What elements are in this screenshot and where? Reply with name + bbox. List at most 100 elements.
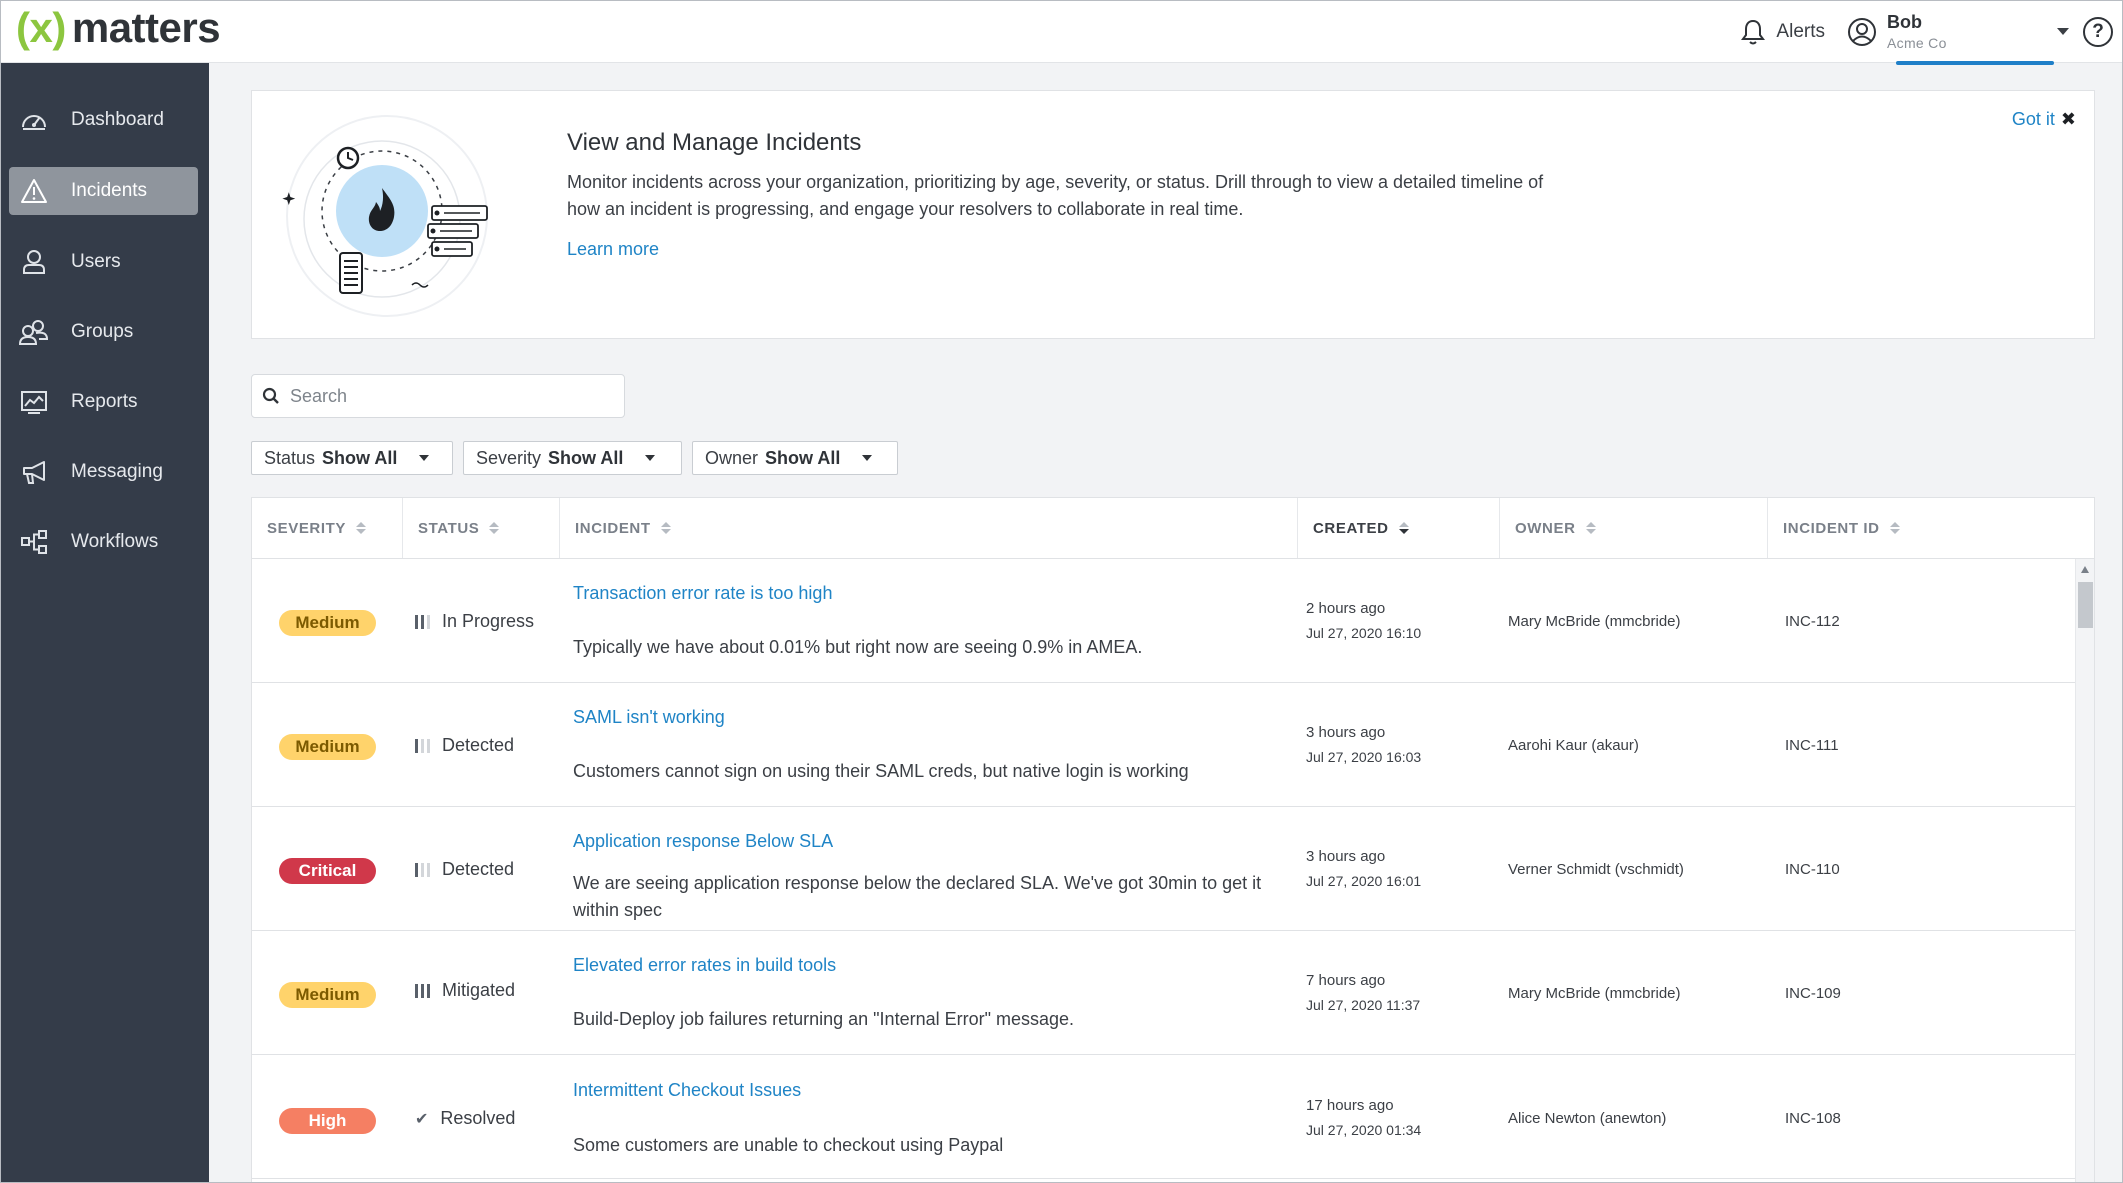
created-timestamp: Jul 27, 2020 11:37 bbox=[1306, 997, 1421, 1013]
dismiss-banner-button[interactable]: Got it ✖ bbox=[2012, 109, 2076, 130]
status-cell: In Progress bbox=[415, 611, 534, 632]
incident-id-cell: INC-109 bbox=[1785, 985, 1841, 1002]
owner-cell: Alice Newton (anewton) bbox=[1508, 1110, 1667, 1127]
sidebar-item-incidents[interactable]: Incidents bbox=[9, 167, 198, 215]
sidebar-item-dashboard[interactable]: Dashboard bbox=[9, 96, 198, 144]
table-row[interactable]: Medium Detected SAML isn't working Custo… bbox=[252, 683, 2077, 807]
created-timestamp: Jul 27, 2020 16:03 bbox=[1306, 749, 1422, 765]
incident-title-link[interactable]: SAML isn't working bbox=[573, 707, 725, 728]
sidebar-item-label: Workflows bbox=[71, 531, 159, 552]
severity-badge: Critical bbox=[279, 858, 376, 884]
created-cell: 3 hours ago Jul 27, 2020 16:01 bbox=[1306, 845, 1421, 893]
top-bar: (x) matters Alerts Bob Acme Co ? bbox=[0, 0, 2123, 65]
table-row[interactable]: Medium Mitigated Elevated error rates in… bbox=[252, 931, 2077, 1055]
column-header-created[interactable]: CREATED bbox=[1298, 498, 1500, 558]
status-label: Resolved bbox=[440, 1108, 516, 1128]
scrollbar-thumb[interactable] bbox=[2078, 582, 2093, 628]
sidebar-item-reports[interactable]: Reports bbox=[9, 378, 198, 426]
user-icon bbox=[19, 247, 49, 277]
incident-title-link[interactable]: Elevated error rates in build tools bbox=[573, 955, 836, 976]
sidebar-item-users[interactable]: Users bbox=[9, 238, 198, 286]
bell-icon bbox=[1741, 19, 1766, 44]
incident-title-link[interactable]: Application response Below SLA bbox=[573, 831, 833, 852]
filter-value: Show All bbox=[765, 447, 841, 468]
app-logo[interactable]: (x) matters bbox=[16, 4, 221, 52]
created-relative: 7 hours ago bbox=[1306, 972, 1386, 989]
table-row[interactable]: Critical Detected Application response B… bbox=[252, 807, 2077, 931]
incident-id-cell: INC-111 bbox=[1785, 737, 1839, 754]
created-cell: 17 hours ago Jul 27, 2020 01:34 bbox=[1306, 1094, 1421, 1142]
banner-description: Monitor incidents across your organizati… bbox=[567, 172, 1544, 219]
chevron-down-icon bbox=[862, 455, 873, 461]
filter-label: Owner bbox=[705, 447, 759, 468]
incident-id-cell: INC-112 bbox=[1785, 613, 1840, 630]
search-input[interactable] bbox=[290, 385, 590, 407]
gauge-icon bbox=[19, 105, 49, 135]
created-timestamp: Jul 27, 2020 16:10 bbox=[1306, 625, 1422, 641]
user-menu[interactable]: Bob Acme Co bbox=[1847, 12, 2083, 51]
chart-icon bbox=[19, 387, 49, 417]
status-filter[interactable]: Status Show All bbox=[251, 441, 453, 475]
help-icon[interactable]: ? bbox=[2083, 16, 2113, 47]
filter-label: Status bbox=[264, 447, 316, 468]
search-box[interactable] bbox=[251, 374, 625, 418]
filter-value: Show All bbox=[322, 447, 398, 468]
column-header-severity[interactable]: SEVERITY bbox=[252, 498, 403, 558]
user-name: Bob bbox=[1887, 12, 1922, 32]
incident-title-link[interactable]: Transaction error rate is too high bbox=[573, 583, 832, 604]
column-header-status[interactable]: STATUS bbox=[403, 498, 560, 558]
column-header-owner[interactable]: OWNER bbox=[1500, 498, 1768, 558]
table-row[interactable]: Medium In Progress Transaction error rat… bbox=[252, 559, 2077, 683]
column-header-incident-id[interactable]: INCIDENT ID bbox=[1768, 498, 2094, 558]
severity-badge: Medium bbox=[279, 734, 376, 760]
filter-value: Show All bbox=[548, 447, 624, 468]
workflow-icon bbox=[19, 527, 49, 557]
incident-description: Some customers are unable to checkout us… bbox=[573, 1135, 1004, 1155]
severity-filter[interactable]: Severity Show All bbox=[463, 441, 682, 475]
created-timestamp: Jul 27, 2020 01:34 bbox=[1306, 1122, 1422, 1138]
incident-id-cell: INC-108 bbox=[1785, 1110, 1841, 1127]
user-info: Bob Acme Co bbox=[1887, 12, 1947, 51]
incident-title-link[interactable]: Intermittent Checkout Issues bbox=[573, 1080, 801, 1101]
table-header: SEVERITY STATUS INCIDENT CREATED OWNER I… bbox=[252, 498, 2094, 559]
owner-cell: Verner Schmidt (vschmidt) bbox=[1508, 861, 1684, 878]
alerts-button[interactable]: Alerts bbox=[1740, 18, 1825, 46]
sidebar-item-messaging[interactable]: Messaging bbox=[9, 448, 198, 496]
owner-filter[interactable]: Owner Show All bbox=[692, 441, 898, 475]
sidebar-item-groups[interactable]: Groups bbox=[9, 308, 198, 356]
chevron-down-icon bbox=[2057, 28, 2069, 35]
status-progress-icon bbox=[415, 862, 430, 877]
column-header-incident[interactable]: INCIDENT bbox=[560, 498, 1298, 558]
owner-cell: Mary McBride (mmcbride) bbox=[1508, 985, 1681, 1002]
severity-badge: Medium bbox=[279, 610, 376, 636]
column-label: OWNER bbox=[1515, 519, 1576, 537]
user-org: Acme Co bbox=[1887, 35, 1947, 51]
incident-description: Build-Deploy job failures returning an "… bbox=[573, 1009, 1075, 1029]
scroll-up-arrow-icon[interactable] bbox=[2081, 566, 2089, 573]
status-progress-icon bbox=[415, 738, 430, 753]
sidebar-item-label: Users bbox=[71, 251, 121, 272]
created-relative: 3 hours ago bbox=[1306, 724, 1386, 741]
column-label: STATUS bbox=[418, 519, 480, 537]
search-icon bbox=[262, 387, 279, 404]
status-cell: Mitigated bbox=[415, 980, 515, 1001]
incident-description: Customers cannot sign on using their SAM… bbox=[573, 761, 1189, 781]
sort-icon bbox=[1585, 522, 1596, 534]
megaphone-icon bbox=[19, 457, 49, 487]
column-label: CREATED bbox=[1313, 519, 1389, 537]
severity-badge: High bbox=[279, 1108, 376, 1134]
table-row[interactable]: High ✔ Resolved Intermittent Checkout Is… bbox=[252, 1055, 2077, 1179]
filter-label: Severity bbox=[476, 447, 542, 468]
incident-description: Typically we have about 0.01% but right … bbox=[573, 637, 1143, 657]
sort-icon bbox=[660, 522, 671, 534]
status-cell: ✔ Resolved bbox=[415, 1108, 515, 1129]
warning-icon bbox=[19, 176, 49, 206]
logo-text: matters bbox=[71, 4, 221, 51]
main-content: View and Manage Incidents Monitor incide… bbox=[209, 63, 2123, 1183]
table-scrollbar[interactable] bbox=[2075, 559, 2094, 1183]
status-label: Detected bbox=[442, 859, 515, 879]
sidebar-item-workflows[interactable]: Workflows bbox=[9, 518, 198, 566]
sort-icon bbox=[1889, 522, 1900, 534]
learn-more-link[interactable]: Learn more bbox=[567, 239, 659, 260]
status-progress-icon bbox=[415, 614, 430, 629]
